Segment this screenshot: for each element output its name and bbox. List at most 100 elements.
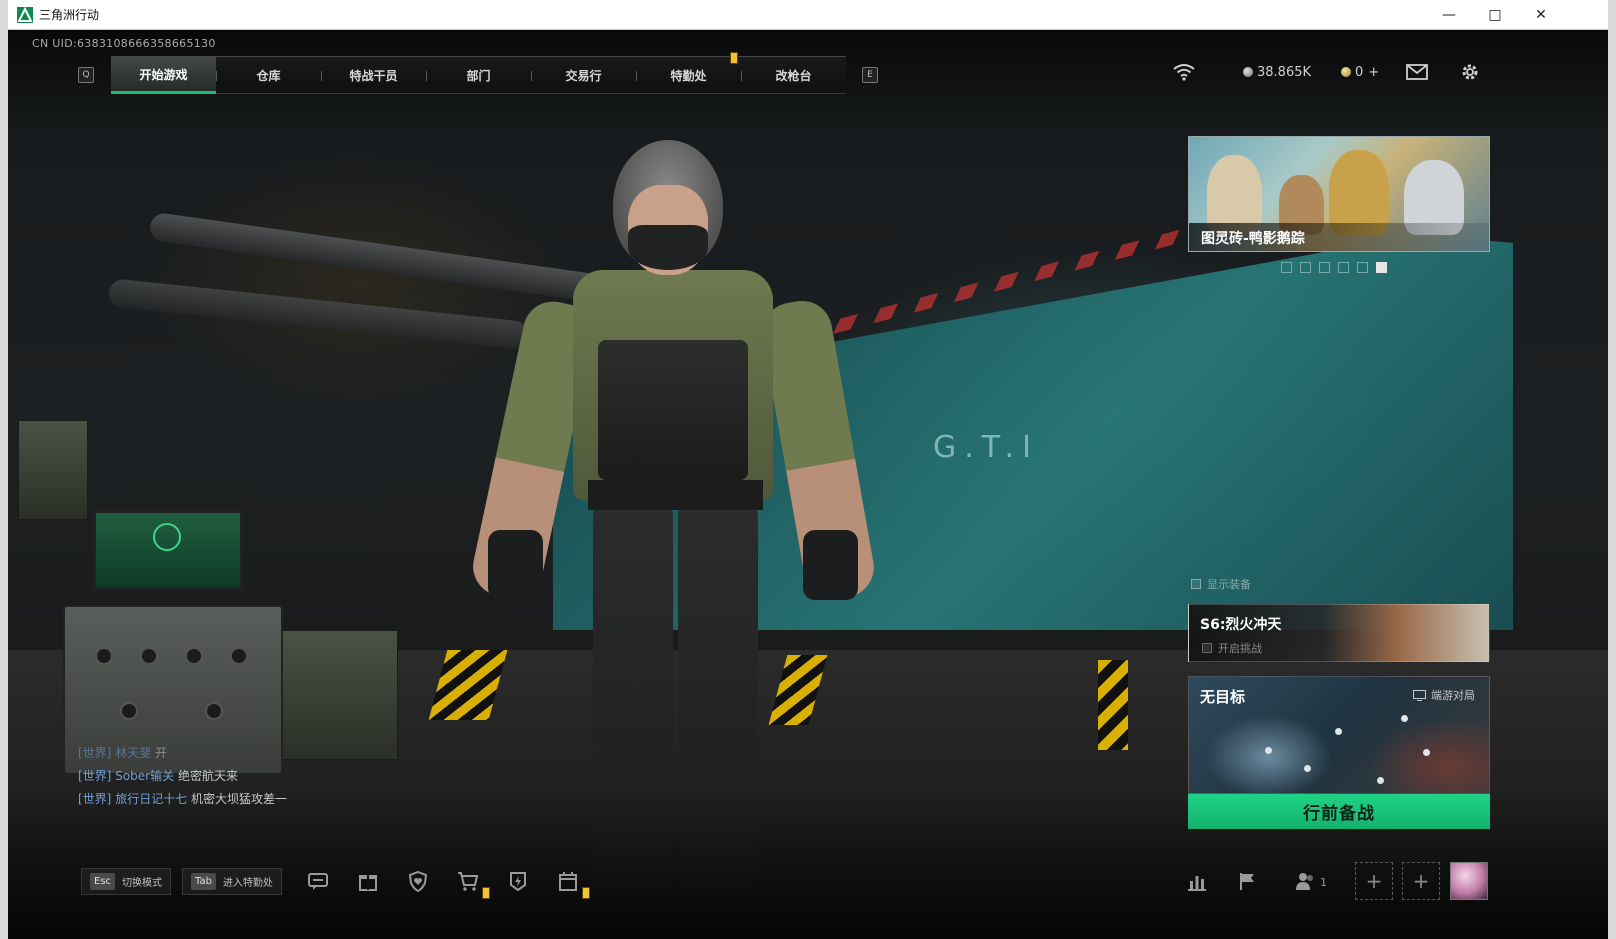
char-vest [598,340,748,480]
shop-notification-badge [482,887,490,899]
tab-special-ops[interactable]: 特勤处 [636,57,741,94]
app-logo-icon [17,6,33,23]
monitor-icon [1413,689,1426,701]
main-nav: Q 开始游戏 仓库 特战干员 部门 交易行 特勤处 改枪台 E [78,56,878,94]
knob [185,647,203,665]
tab-warehouse[interactable]: 仓库 [216,57,321,94]
heart-shield-icon[interactable] [404,867,432,895]
show-equipment-checkbox[interactable] [1191,579,1201,589]
stats-icon[interactable] [1183,867,1211,895]
tab-operators[interactable]: 特战干员 [321,57,426,94]
chat-feed[interactable]: [世界] 林天斐 开 [世界] Sober输关 绝密航天来 [世界] 旅行日记十… [78,742,398,811]
gold-amount: 0 [1355,64,1364,80]
mail-icon[interactable] [1406,60,1428,84]
gold-currency[interactable]: 0 + [1341,60,1379,84]
char-mask [628,225,708,270]
page-dot[interactable] [1338,262,1349,273]
player-avatar[interactable] [1450,862,1488,900]
silver-amount: 38.865K [1257,64,1312,80]
mode-type-label: 端游对局 [1431,689,1475,702]
chat-message: [世界] 旅行日记十七 机密大坝猛攻差一 [78,792,288,806]
calendar-icon[interactable] [554,867,582,895]
season-title: S6:烈火冲天 [1200,617,1282,633]
banner-pagination [1281,262,1387,273]
show-equipment-toggle[interactable]: 显示装备 [1191,576,1251,592]
flag-icon[interactable] [1233,867,1261,895]
page-dot[interactable] [1357,262,1368,273]
banner-title: 图灵砖-鸭影鹅踪 [1189,223,1489,251]
operator-character[interactable] [467,140,879,890]
enter-special-ops-hint[interactable]: Tab 进入特勤处 [182,868,282,895]
gold-coin-icon [1341,67,1351,77]
knob [120,702,138,720]
pass-icon[interactable] [504,867,532,895]
calendar-notification-badge [582,887,590,899]
knob [140,647,158,665]
mode-map-card[interactable]: 无目标 端游对局 [1188,676,1490,794]
gti-logo: G.T.I [933,430,1039,465]
gift-icon[interactable] [354,867,382,895]
season-card[interactable]: S6:烈火冲天 开启挑战 [1188,604,1490,662]
knob [205,702,223,720]
event-banner[interactable]: 图灵砖-鸭影鹅踪 [1188,136,1490,252]
map-marker [1401,715,1408,722]
season-subtitle-text: 开启挑战 [1218,642,1262,655]
nav-next-key[interactable]: E [862,67,878,83]
page-dot-active[interactable] [1376,262,1387,273]
team-icon[interactable] [1291,867,1319,895]
season-checkbox-icon [1202,643,1212,653]
nav-prev-key[interactable]: Q [78,67,94,83]
mode-title: 无目标 [1200,688,1246,706]
chat-icon[interactable] [304,867,332,895]
switch-mode-label: 切换模式 [122,878,163,889]
switch-mode-hint[interactable]: Esc 切换模式 [81,868,172,895]
tab-key: Tab [191,873,216,890]
page-dot[interactable] [1281,262,1292,273]
show-equipment-label: 显示装备 [1207,578,1251,591]
enter-special-ops-label: 进入特勤处 [222,878,273,889]
close-button[interactable]: ✕ [1518,0,1564,30]
crate [18,420,88,520]
knob [95,647,113,665]
shop-cart-icon[interactable] [454,867,482,895]
notification-badge [730,52,738,64]
ceiling-pipe [107,278,529,350]
map-marker [1377,777,1384,784]
chat-message: [世界] 林天斐 开 [78,746,168,760]
maximize-button[interactable]: □ [1472,0,1518,30]
window-title: 三角洲行动 [39,8,100,22]
minimize-button[interactable]: — [1426,0,1472,30]
wifi-icon [1173,60,1195,84]
tab-gunsmith[interactable]: 改枪台 [741,57,846,94]
season-subtitle: 开启挑战 [1202,640,1262,656]
mode-type: 端游对局 [1413,687,1475,703]
title-bar: 三角洲行动 — □ ✕ [8,0,1608,30]
esc-key: Esc [90,873,116,890]
team-count: 1 [1320,876,1327,889]
settings-gear-icon[interactable] [1460,60,1480,84]
chat-message: [世界] Sober输关 绝密航天来 [78,769,238,783]
game-lobby: G.T.I [8,30,1608,939]
gold-add-button[interactable]: + [1368,65,1379,80]
player-uid: CN UID:638310866635866​5130 [32,37,216,50]
hazard-stripe [1098,660,1128,750]
team-slot-add-button[interactable]: + [1402,862,1440,900]
silver-coin-icon [1243,67,1253,77]
prepare-for-battle-button[interactable]: 行前备战 [1188,794,1490,829]
game-window: 三角洲行动 — □ ✕ G.T.I CN UID:638310866635866… [8,0,1608,939]
char-glove [488,530,543,600]
map-marker [1335,728,1342,735]
map-marker [1265,747,1272,754]
char-belt [588,480,763,510]
team-slot-add-button[interactable]: + [1355,862,1393,900]
laptop-logo-icon [153,523,181,551]
map-marker [1423,749,1430,756]
tab-start-game[interactable]: 开始游戏 [111,57,216,94]
tab-trade[interactable]: 交易行 [531,57,636,94]
silver-currency[interactable]: 38.865K [1243,60,1311,84]
tab-department[interactable]: 部门 [426,57,531,94]
bottom-bar: Esc 切换模式 Tab 进入特勤处 1 + + [8,856,1608,939]
page-dot[interactable] [1319,262,1330,273]
map-marker [1304,765,1311,772]
page-dot[interactable] [1300,262,1311,273]
